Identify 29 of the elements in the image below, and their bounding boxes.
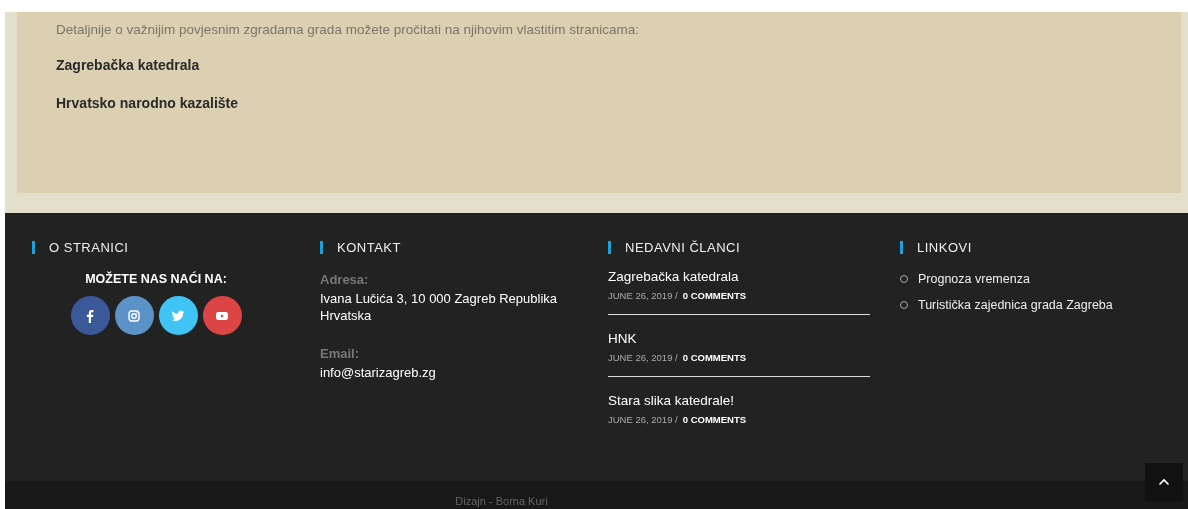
youtube-icon[interactable] bbox=[202, 296, 242, 335]
contact-value: info@starizagreb.zg bbox=[320, 364, 437, 381]
section-title: KONTAKT bbox=[320, 241, 578, 254]
contact-label: Email: bbox=[320, 346, 360, 361]
social-heading: MOŽETE NAS NAĆI NA: bbox=[84, 272, 228, 286]
section-title: NEDAVNI ČLANCI bbox=[608, 241, 870, 254]
credit-text: Dizajn - Borna Kuri bbox=[455, 495, 548, 509]
intro-text: Detaljnije o važnijim povjesnim zgradama grada možete pročitati na njihovim vlastitim stranicama: bbox=[56, 22, 639, 37]
post-date: JUNE 26, 2019 / bbox=[608, 290, 678, 301]
post-link[interactable]: Zagrebačka katedrala bbox=[608, 269, 870, 284]
footer-link[interactable]: Turistička zajednica grada Zagreba bbox=[918, 298, 1113, 312]
post-date: JUNE 26, 2019 / bbox=[608, 414, 678, 425]
chevron-up-icon bbox=[1158, 478, 1170, 486]
section-title: LINKOVI bbox=[900, 241, 1158, 254]
post-date: JUNE 26, 2019 / bbox=[608, 352, 678, 363]
building-link[interactable]: Zagrebačka katedrala bbox=[56, 57, 200, 73]
contact-value: Ivana Lučića 3, 10 000 Zagreb Republika Hrvatska bbox=[320, 290, 559, 324]
facebook-icon[interactable] bbox=[70, 296, 110, 335]
footer-link[interactable]: Prognoza vremenza bbox=[918, 272, 1030, 286]
section-title: O STRANICI bbox=[32, 241, 290, 254]
comments-link[interactable]: 0 COMMENTS bbox=[682, 414, 747, 425]
comments-link[interactable]: 0 COMMENTS bbox=[682, 290, 747, 301]
building-link[interactable]: Hrvatsko narodno kazalište bbox=[56, 95, 239, 111]
comments-link[interactable]: 0 COMMENTS bbox=[682, 352, 747, 363]
post-link[interactable]: Stara slika katedrale! bbox=[608, 393, 870, 408]
twitter-icon[interactable] bbox=[158, 296, 198, 335]
instagram-icon[interactable] bbox=[114, 296, 154, 335]
contact-label: Adresa: bbox=[320, 272, 370, 287]
post-link[interactable]: HNK bbox=[608, 331, 870, 346]
